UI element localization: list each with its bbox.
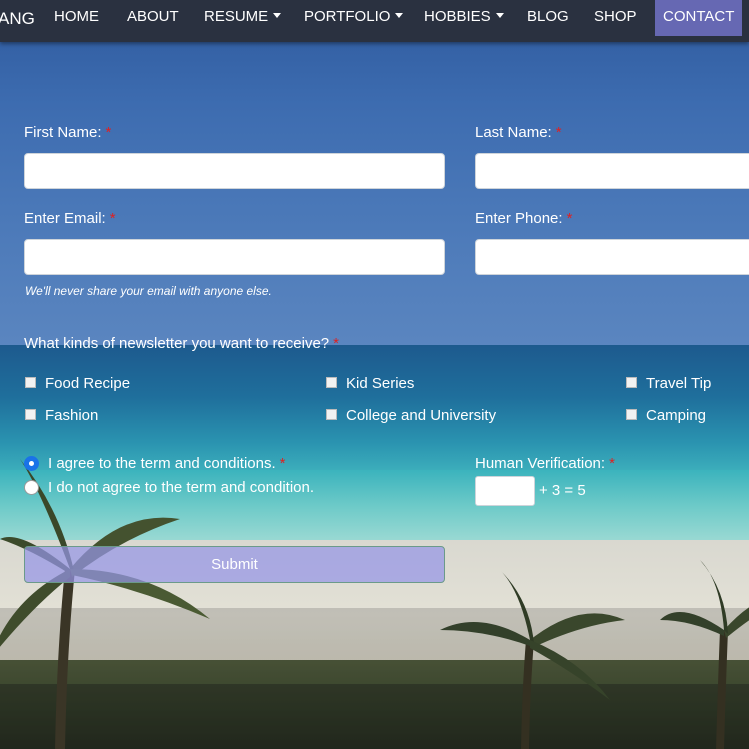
chevron-down-icon	[273, 13, 282, 18]
nav-home[interactable]: HOME	[54, 0, 99, 36]
newsletter-question: What kinds of newsletter you want to rec…	[24, 335, 339, 352]
radio-agree-label: I agree to the term and conditions. *	[48, 455, 285, 472]
required-marker: *	[555, 124, 562, 141]
nav-hobbies[interactable]: HOBBIES	[424, 0, 504, 36]
email-help-text: We'll never share your email with anyone…	[25, 284, 272, 298]
first-name-input[interactable]	[24, 153, 445, 189]
nav-blog[interactable]: BLOG	[527, 0, 569, 36]
chevron-down-icon	[395, 13, 404, 18]
nav-resume-label: RESUME	[204, 8, 269, 25]
palm-tree-right	[660, 560, 749, 749]
palm-tree-center	[440, 570, 625, 749]
required-marker: *	[333, 335, 339, 352]
checkbox-kid-series[interactable]	[326, 377, 337, 388]
nav-hobbies-label: HOBBIES	[424, 8, 491, 25]
checkbox-fashion[interactable]	[25, 409, 36, 420]
checkbox-camping[interactable]	[626, 409, 637, 420]
checkbox-food-recipe[interactable]	[25, 377, 36, 388]
phone-input[interactable]	[475, 239, 749, 275]
newsletter-question-text: What kinds of newsletter you want to rec…	[24, 335, 330, 352]
checkbox-label-travel-tip: Travel Tip	[646, 375, 712, 392]
email-input[interactable]	[24, 239, 445, 275]
checkbox-label-kid-series: Kid Series	[346, 375, 415, 392]
first-name-label: First Name: *	[24, 124, 111, 141]
phone-label: Enter Phone: *	[475, 210, 572, 227]
brand-logo[interactable]: ANG	[0, 9, 35, 29]
required-marker: *	[609, 455, 615, 472]
submit-button[interactable]: Submit	[24, 546, 445, 583]
last-name-input[interactable]	[475, 153, 749, 189]
first-name-label-text: First Name:	[24, 124, 102, 141]
checkbox-college[interactable]	[326, 409, 337, 420]
radio-agree-text: I agree to the term and conditions.	[48, 455, 276, 472]
checkbox-label-fashion: Fashion	[45, 407, 99, 424]
nav-about[interactable]: ABOUT	[127, 0, 179, 36]
radio-disagree-label: I do not agree to the term and condition…	[48, 479, 315, 496]
checkbox-label-food-recipe: Food Recipe	[45, 375, 131, 392]
checkbox-label-college: College and University	[346, 407, 497, 424]
verification-label: Human Verification: *	[475, 455, 615, 472]
checkbox-label-camping: Camping	[646, 407, 707, 424]
verification-input[interactable]	[475, 476, 535, 506]
radio-agree[interactable]	[24, 456, 39, 471]
radio-disagree[interactable]	[24, 480, 39, 495]
last-name-label-text: Last Name:	[475, 124, 552, 141]
required-marker: *	[109, 210, 116, 227]
nav-contact[interactable]: CONTACT	[655, 0, 743, 36]
required-marker: *	[279, 455, 286, 472]
nav-portfolio-label: PORTFOLIO	[304, 8, 391, 25]
last-name-label: Last Name: *	[475, 124, 562, 141]
email-label: Enter Email: *	[24, 210, 116, 227]
top-navbar: ANG HOME ABOUT RESUME PORTFOLIO HOBBIES …	[0, 0, 749, 42]
phone-label-text: Enter Phone:	[475, 210, 563, 227]
required-marker: *	[105, 124, 112, 141]
verification-label-text: Human Verification:	[475, 455, 606, 472]
nav-portfolio[interactable]: PORTFOLIO	[304, 0, 404, 36]
verification-equation: + 3 = 5	[539, 482, 586, 499]
nav-shop[interactable]: SHOP	[594, 0, 637, 36]
email-label-text: Enter Email:	[24, 210, 106, 227]
chevron-down-icon	[495, 13, 504, 18]
nav-resume[interactable]: RESUME	[204, 0, 282, 36]
checkbox-travel-tip[interactable]	[626, 377, 637, 388]
required-marker: *	[566, 210, 573, 227]
